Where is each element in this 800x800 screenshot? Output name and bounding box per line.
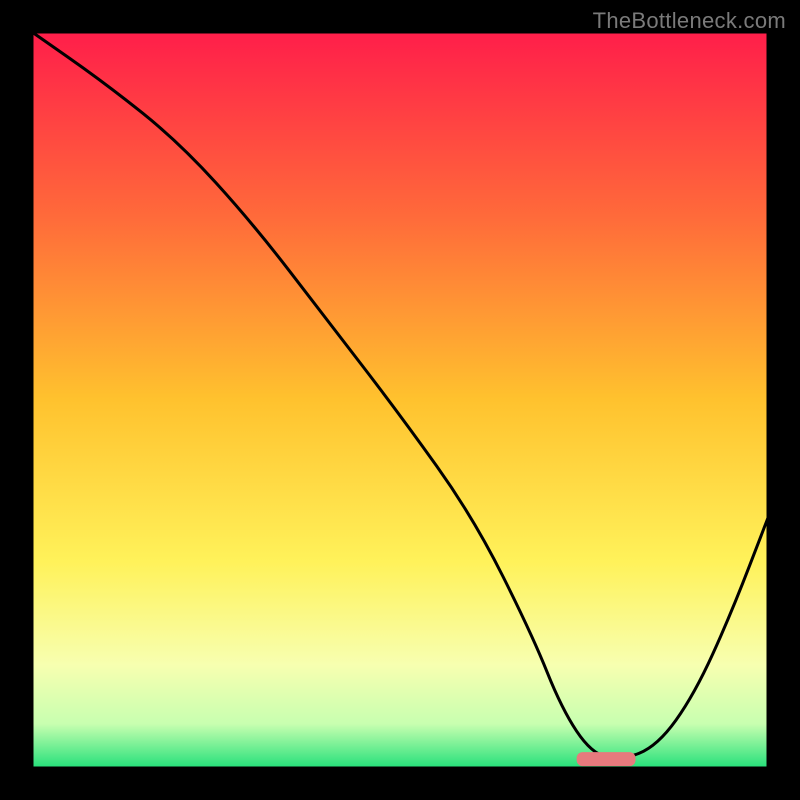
plot-background [32, 32, 768, 768]
chart-frame: TheBottleneck.com [0, 0, 800, 800]
watermark-text: TheBottleneck.com [593, 8, 786, 34]
optimal-marker [577, 752, 636, 766]
bottleneck-chart [0, 0, 800, 800]
